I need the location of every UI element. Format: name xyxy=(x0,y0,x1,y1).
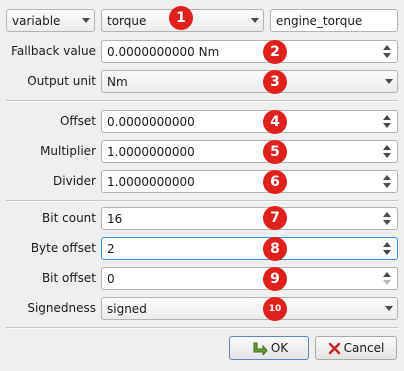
multiplier-value: 1.0000000000 xyxy=(107,144,195,159)
fallback-value: 0.0000000000 Nm xyxy=(107,44,220,59)
divider-label: Divider xyxy=(53,174,96,188)
kind-combo[interactable]: variable xyxy=(6,9,95,32)
spinner-icon[interactable] xyxy=(381,171,393,192)
cancel-label: Cancel xyxy=(343,341,385,355)
annotation-badge-4: 4 xyxy=(263,110,287,134)
separator xyxy=(6,100,398,102)
bit-count-input[interactable]: 16 xyxy=(101,207,398,230)
bit-offset-value: 0 xyxy=(107,271,115,286)
ok-button[interactable]: OK xyxy=(229,336,309,360)
signal-value: torque xyxy=(107,13,147,28)
spinner-icon[interactable] xyxy=(381,41,393,62)
annotation-badge-2: 2 xyxy=(263,40,287,64)
signedness-combo[interactable]: signed xyxy=(101,297,398,320)
spinner-icon[interactable] xyxy=(381,238,393,259)
annotation-badge-8: 8 xyxy=(263,237,287,261)
bit-count-value: 16 xyxy=(107,211,123,226)
byte-offset-label: Byte offset xyxy=(30,241,96,255)
name-value: engine_torque xyxy=(276,13,363,28)
annotation-badge-9: 9 xyxy=(263,267,287,291)
output-unit-combo[interactable]: Nm xyxy=(101,70,398,93)
annotation-badge-3: 3 xyxy=(263,70,287,94)
annotation-badge-10: 10 xyxy=(263,297,287,321)
fallback-input[interactable]: 0.0000000000 Nm xyxy=(101,40,398,63)
signedness-value: signed xyxy=(107,301,147,316)
cancel-button[interactable]: Cancel xyxy=(315,336,397,360)
chevron-down-icon xyxy=(251,10,259,31)
multiplier-input[interactable]: 1.0000000000 xyxy=(101,140,398,163)
output-unit-value: Nm xyxy=(107,74,128,89)
separator xyxy=(6,200,398,202)
name-field[interactable]: engine_torque xyxy=(270,9,398,32)
separator xyxy=(6,327,398,329)
spinner-icon[interactable] xyxy=(381,268,393,289)
bit-offset-input[interactable]: 0 xyxy=(101,267,398,290)
offset-input[interactable]: 0.0000000000 xyxy=(101,110,398,133)
divider-input[interactable]: 1.0000000000 xyxy=(101,170,398,193)
spinner-icon[interactable] xyxy=(381,141,393,162)
cancel-x-icon xyxy=(328,342,340,354)
bit-offset-label: Bit offset xyxy=(41,271,96,285)
offset-label: Offset xyxy=(59,114,96,128)
annotation-badge-5: 5 xyxy=(263,140,287,164)
byte-offset-value: 2 xyxy=(107,241,115,256)
bit-count-label: Bit count xyxy=(42,211,96,225)
offset-value: 0.0000000000 xyxy=(107,114,195,129)
spinner-icon[interactable] xyxy=(381,208,393,229)
annotation-badge-6: 6 xyxy=(263,170,287,194)
divider-value: 1.0000000000 xyxy=(107,174,195,189)
ok-arrow-icon xyxy=(253,342,268,355)
kind-value: variable xyxy=(12,13,61,28)
fallback-label: Fallback value xyxy=(11,44,96,58)
ok-label: OK xyxy=(270,341,289,355)
chevron-down-icon xyxy=(82,10,90,31)
annotation-badge-1: 1 xyxy=(169,6,193,30)
annotation-badge-7: 7 xyxy=(263,206,287,230)
chevron-down-icon xyxy=(385,71,393,92)
byte-offset-input[interactable]: 2 xyxy=(101,237,398,260)
chevron-down-icon xyxy=(385,298,393,319)
output-unit-label: Output unit xyxy=(27,74,96,88)
multiplier-label: Multiplier xyxy=(40,144,96,158)
signedness-label: Signedness xyxy=(27,301,96,315)
spinner-icon[interactable] xyxy=(381,111,393,132)
